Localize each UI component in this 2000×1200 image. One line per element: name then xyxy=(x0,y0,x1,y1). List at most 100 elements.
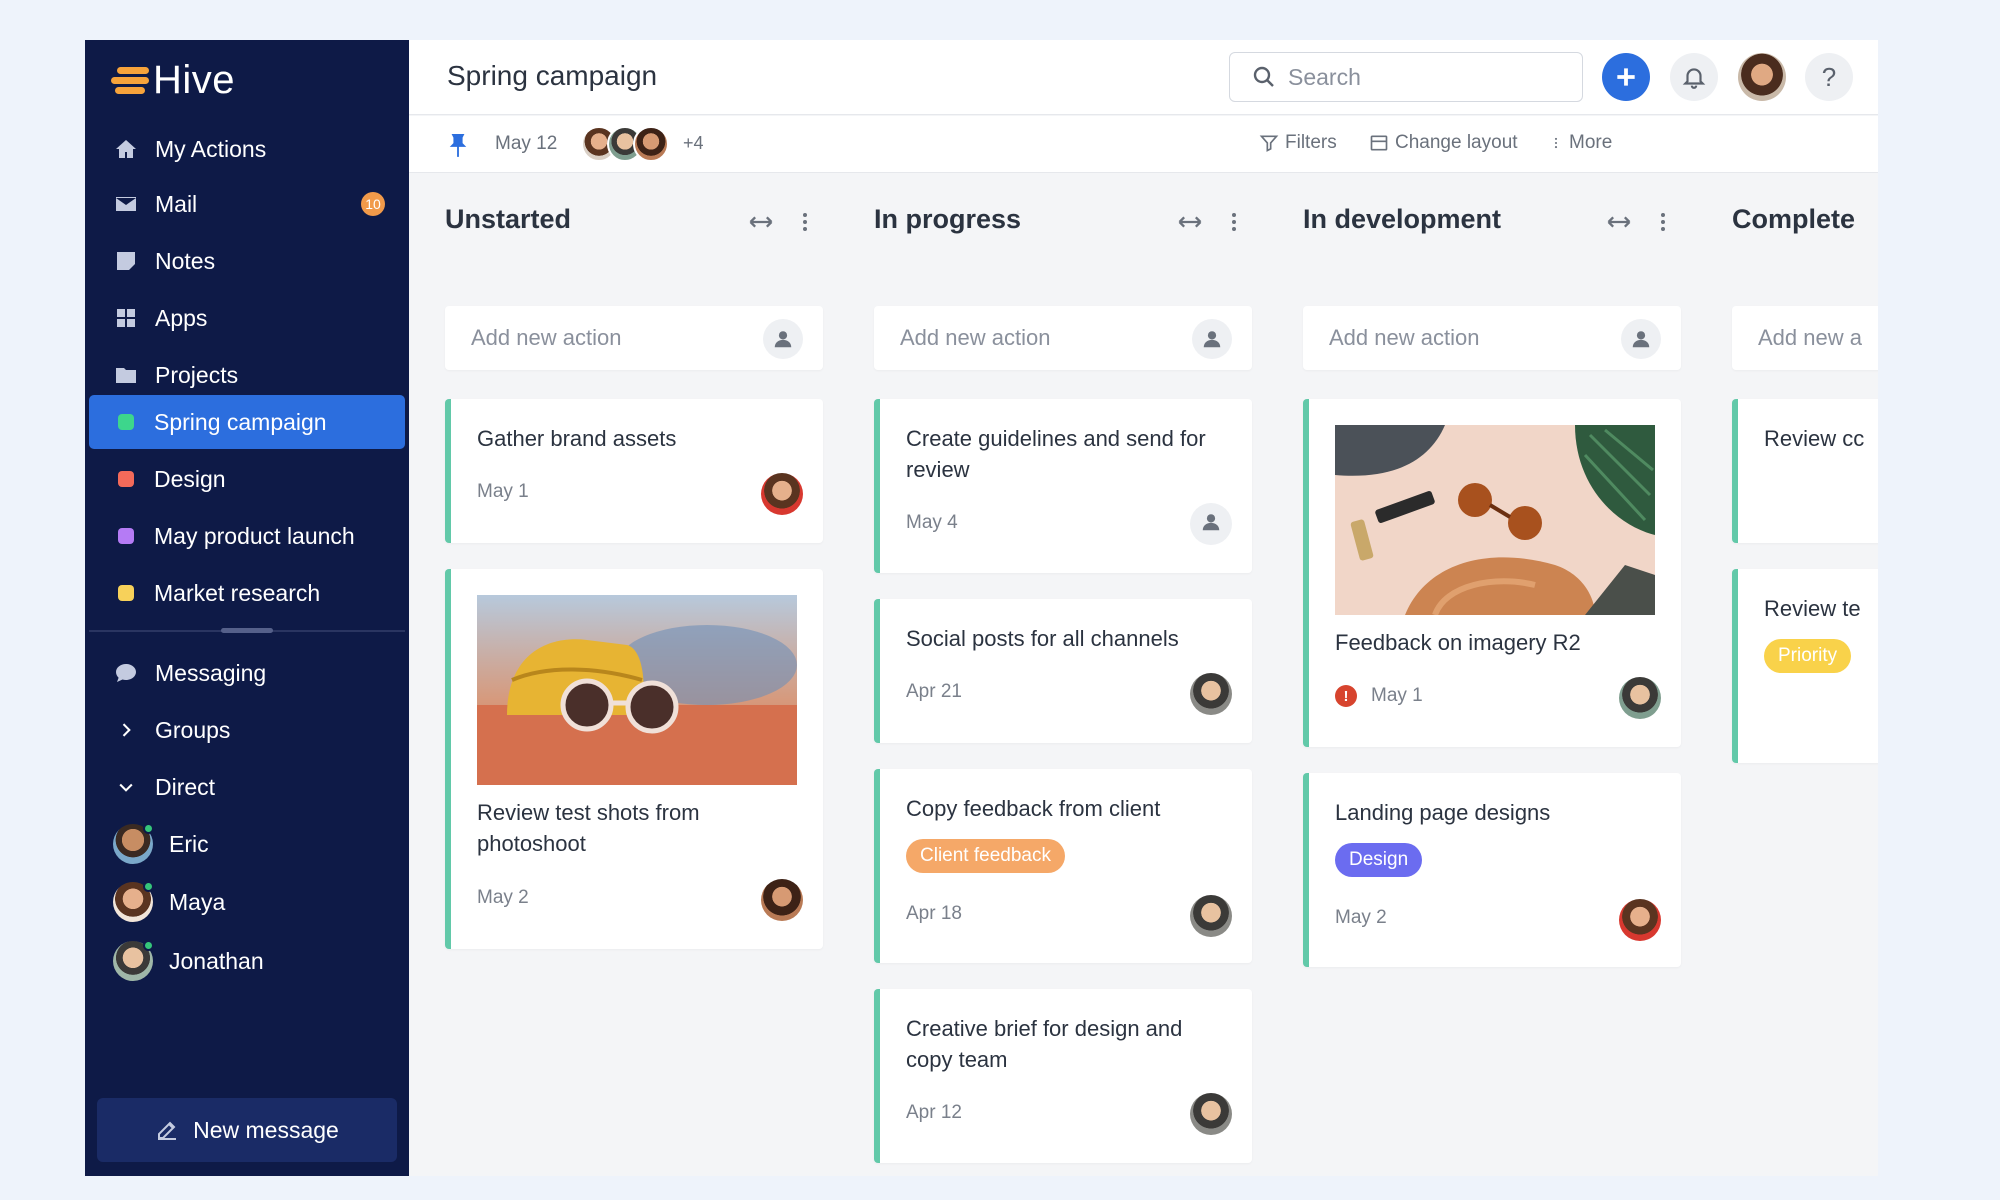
add-action-input[interactable]: Add new action xyxy=(874,306,1252,370)
page-title: Spring campaign xyxy=(447,60,658,91)
avatar[interactable] xyxy=(761,879,803,921)
sidebar-item-label: Projects xyxy=(155,361,239,388)
folder-icon xyxy=(113,362,139,388)
avatar[interactable] xyxy=(1190,1093,1232,1135)
sidebar-resize-handle[interactable] xyxy=(221,628,273,633)
sidebar-item-direct[interactable]: Direct xyxy=(89,760,405,814)
filters-button[interactable]: Filters xyxy=(1259,132,1337,154)
mail-unread-badge: 10 xyxy=(361,192,385,216)
notifications-button[interactable] xyxy=(1670,53,1718,101)
action-card[interactable]: Feedback on imagery R2 ! May 1 xyxy=(1303,399,1681,747)
apps-icon xyxy=(113,305,139,331)
project-color-dot xyxy=(118,471,134,487)
card-date: May 2 xyxy=(477,887,529,908)
change-layout-label: Change layout xyxy=(1395,132,1518,153)
create-button[interactable] xyxy=(1602,53,1650,101)
action-card[interactable]: Review test shots from photoshoot May 2 xyxy=(445,569,823,949)
dm-name: Jonathan xyxy=(169,947,264,974)
tag-priority[interactable]: Priority xyxy=(1764,639,1852,673)
add-action-input[interactable]: Add new action xyxy=(1303,306,1681,370)
sidebar-item-groups[interactable]: Groups xyxy=(89,703,405,757)
chevron-right-icon xyxy=(113,717,139,743)
avatar[interactable] xyxy=(1190,895,1232,937)
help-button[interactable]: ? xyxy=(1805,53,1853,101)
card-image-sunglasses xyxy=(477,595,797,785)
column-title: In progress xyxy=(874,204,1022,234)
avatar xyxy=(113,881,154,922)
card-title: Creative brief for design and copy team xyxy=(906,1016,1183,1072)
expand-column-icon[interactable] xyxy=(747,208,775,241)
more-button[interactable]: More xyxy=(1549,132,1612,154)
column-menu-icon[interactable] xyxy=(775,208,817,241)
expand-column-icon[interactable] xyxy=(1605,208,1633,241)
action-card[interactable]: Create guidelines and send for review Ma… xyxy=(874,399,1252,573)
avatar[interactable] xyxy=(1190,673,1232,715)
add-action-placeholder: Add new action xyxy=(1329,325,1480,350)
sidebar-dm-maya[interactable]: Maya xyxy=(89,875,405,929)
add-action-input[interactable]: Add new a xyxy=(1732,306,1878,370)
sidebar-item-apps[interactable]: Apps xyxy=(89,291,405,345)
avatar[interactable] xyxy=(1619,899,1661,941)
action-card[interactable]: Gather brand assets May 1 xyxy=(445,399,823,543)
search-input[interactable]: Search xyxy=(1229,52,1583,102)
member-avatars[interactable] xyxy=(581,126,669,162)
tag-client-feedback[interactable]: Client feedback xyxy=(906,839,1065,873)
sidebar-item-notes[interactable]: Notes xyxy=(89,234,405,288)
sidebar-item-my-actions[interactable]: My Actions xyxy=(89,122,405,176)
action-card[interactable]: Review te Priority xyxy=(1732,569,1878,763)
action-card[interactable]: Social posts for all channels Apr 21 xyxy=(874,599,1252,743)
more-members-count[interactable]: +4 xyxy=(683,133,704,154)
sidebar-project-spring-campaign[interactable]: Spring campaign xyxy=(89,395,405,449)
hive-logo[interactable]: Hive xyxy=(111,58,235,102)
more-label: More xyxy=(1569,132,1613,153)
assign-user-icon[interactable] xyxy=(1621,319,1661,359)
card-date: Apr 21 xyxy=(906,681,962,702)
notes-icon xyxy=(113,248,139,274)
add-action-input[interactable]: Add new action xyxy=(445,306,823,370)
card-title: Landing page designs xyxy=(1335,800,1551,825)
avatar xyxy=(113,940,154,981)
avatar xyxy=(633,126,669,162)
sidebar-dm-eric[interactable]: Eric xyxy=(89,817,405,871)
sidebar-item-mail[interactable]: Mail 10 xyxy=(89,177,405,231)
action-card[interactable]: Review cc xyxy=(1732,399,1878,543)
column-controls xyxy=(1605,208,1675,241)
online-status-dot xyxy=(143,881,154,892)
avatar[interactable] xyxy=(1619,677,1661,719)
action-card[interactable]: Creative brief for design and copy team … xyxy=(874,989,1252,1163)
add-action-placeholder: Add new action xyxy=(471,325,622,350)
sidebar-item-label: Market research xyxy=(154,579,321,606)
user-avatar-button[interactable] xyxy=(1738,53,1786,101)
sidebar-item-label: Direct xyxy=(155,773,216,800)
sidebar-item-projects[interactable]: Projects xyxy=(89,348,405,402)
unassigned-user-icon[interactable] xyxy=(1190,503,1232,545)
mail-icon xyxy=(113,191,139,217)
pin-icon[interactable] xyxy=(447,132,469,158)
column-menu-icon[interactable] xyxy=(1204,208,1246,241)
action-card[interactable]: Copy feedback from client Client feedbac… xyxy=(874,769,1252,963)
hive-logo-icon xyxy=(111,63,151,97)
card-title: Review te xyxy=(1764,596,1861,621)
assign-user-icon[interactable] xyxy=(1192,319,1232,359)
sidebar-item-label: May product launch xyxy=(154,522,355,549)
chevron-down-icon xyxy=(113,774,139,800)
sidebar-item-messaging[interactable]: Messaging xyxy=(89,646,405,700)
change-layout-button[interactable]: Change layout xyxy=(1369,132,1518,154)
sidebar-dm-jonathan[interactable]: Jonathan xyxy=(89,934,405,988)
expand-column-icon[interactable] xyxy=(1176,208,1204,241)
sidebar-item-label: My Actions xyxy=(155,135,267,162)
column-controls xyxy=(1176,208,1246,241)
plus-icon xyxy=(1617,68,1635,86)
sidebar-project-may-product-launch[interactable]: May product launch xyxy=(89,509,405,563)
action-card[interactable]: Landing page designs Design May 2 xyxy=(1303,773,1681,967)
layout-icon xyxy=(1370,135,1388,151)
card-date: Apr 12 xyxy=(906,1102,962,1123)
project-color-dot xyxy=(118,528,134,544)
avatar[interactable] xyxy=(761,473,803,515)
sidebar-project-design[interactable]: Design xyxy=(89,452,405,506)
tag-design[interactable]: Design xyxy=(1335,843,1423,877)
assign-user-icon[interactable] xyxy=(763,319,803,359)
column-menu-icon[interactable] xyxy=(1633,208,1675,241)
sidebar-project-market-research[interactable]: Market research xyxy=(89,566,405,620)
new-message-button[interactable]: New message xyxy=(97,1098,397,1162)
